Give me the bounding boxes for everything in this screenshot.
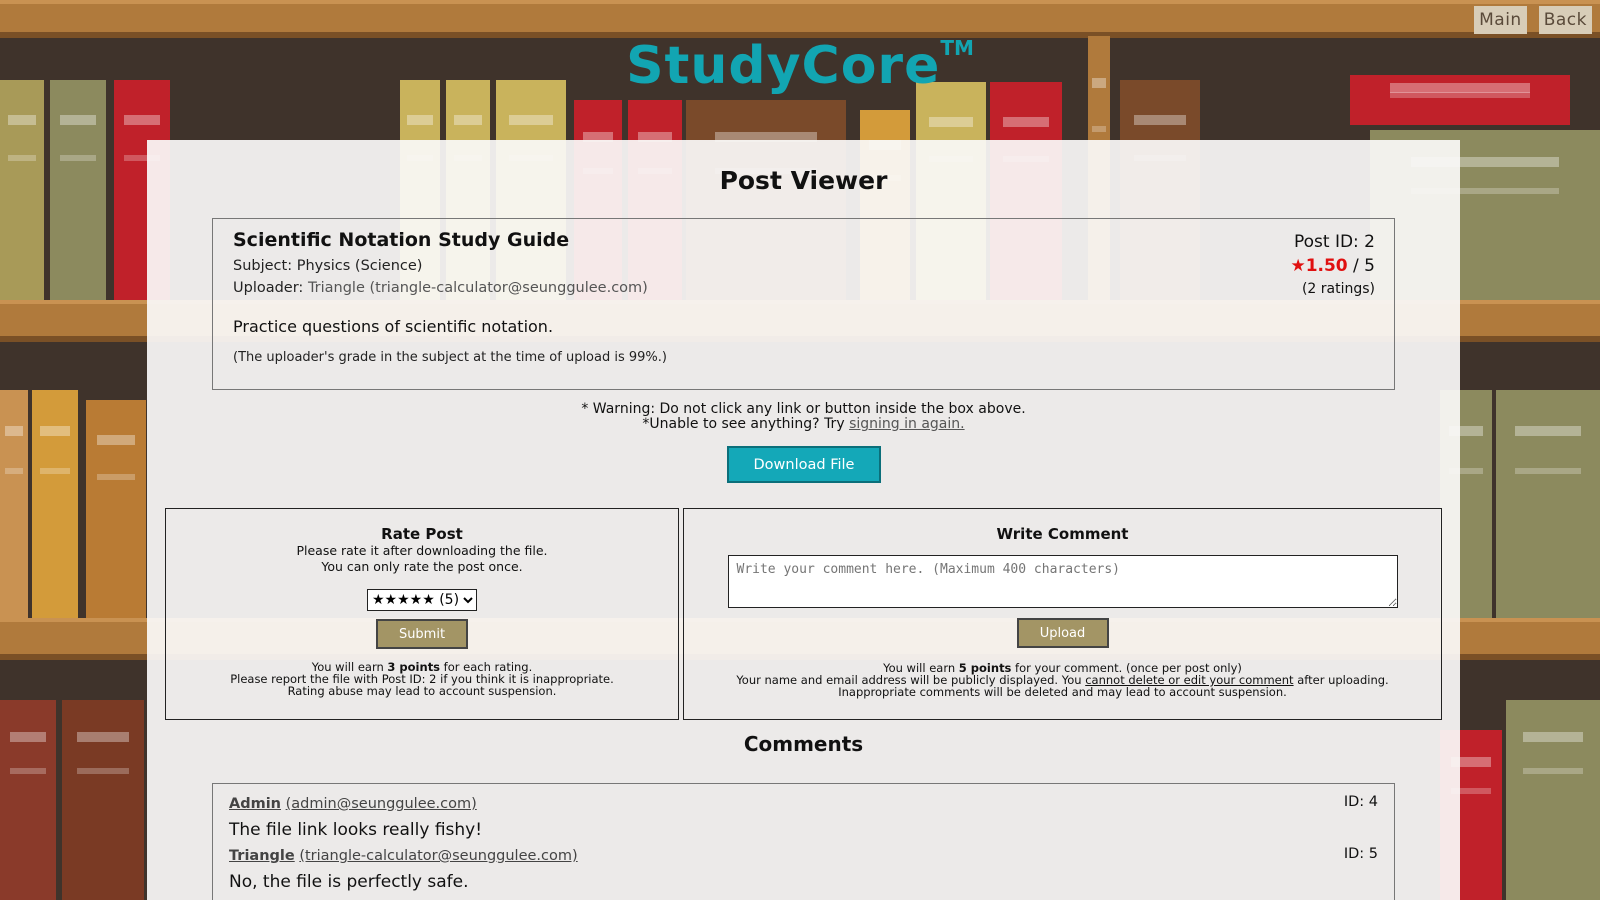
logo-text: StudyCore <box>626 36 941 96</box>
submit-rating-button[interactable]: Submit <box>376 619 468 649</box>
star-icon: ★ <box>1290 256 1306 276</box>
back-button[interactable]: Back <box>1538 6 1592 34</box>
rating-count: (2 ratings) <box>1301 281 1375 297</box>
download-file-button[interactable]: Download File <box>727 446 881 483</box>
uploader-value: Triangle (triangle-calculator@seunggulee… <box>307 280 648 296</box>
signin-hint-text: *Unable to see anything? Try <box>642 416 850 432</box>
studycore-logo: StudyCoreTM <box>0 36 1600 96</box>
comment-item: Admin (admin@seunggulee.com) ID: 4 The f… <box>229 794 1378 842</box>
comment-item: Triangle (triangle-calculator@seunggulee… <box>229 846 1378 894</box>
privacy-suffix: after uploading. <box>1293 673 1389 687</box>
comment-text: No, the file is perfectly safe. <box>229 872 469 892</box>
warning-line: * Warning: Do not click any link or butt… <box>581 401 1026 417</box>
page-title: Post Viewer <box>719 166 888 195</box>
rate-footer: You will earn 3 points for each rating. … <box>166 661 678 697</box>
post-description: Practice questions of scientific notatio… <box>233 317 554 336</box>
logo-trademark: TM <box>940 36 974 60</box>
post-grade-note: (The uploader's grade in the subject at … <box>233 350 667 365</box>
main-button[interactable]: Main <box>1474 6 1527 34</box>
comment-moderation-note: Inappropriate comments will be deleted a… <box>838 685 1287 699</box>
rating-value: 1.50 <box>1305 256 1348 276</box>
subject-label: Subject: <box>233 258 293 274</box>
signin-hint: *Unable to see anything? Try signing in … <box>147 417 1460 432</box>
post-rating: ★1.50 / 5 <box>1290 254 1375 278</box>
post-uploader: Uploader: Triangle (triangle-calculator@… <box>233 277 1374 299</box>
post-subject: Subject: Physics (Science) <box>233 255 1374 277</box>
comment-text: The file link looks really fishy! <box>229 820 483 840</box>
comment-author-link[interactable]: Triangle <box>229 848 295 864</box>
comment-footer: You will earn 5 points for your comment.… <box>684 662 1441 698</box>
signin-again-link[interactable]: signing in again. <box>849 416 965 432</box>
comment-id: ID: 4 <box>1343 794 1378 810</box>
subject-value: Physics (Science) <box>296 258 423 274</box>
upload-comment-button[interactable]: Upload <box>1016 618 1109 648</box>
rate-abuse-note: Rating abuse may lead to account suspens… <box>287 684 557 698</box>
post-details-box: Scientific Notation Study Guide Subject:… <box>212 218 1395 390</box>
post-viewer-panel: Post Viewer Scientific Notation Study Gu… <box>147 140 1460 900</box>
warning-text: * Warning: Do not click any link or butt… <box>147 402 1460 432</box>
write-comment-title: Write Comment <box>996 525 1129 543</box>
post-stats: Post ID: 2 ★1.50 / 5 (2 ratings) <box>1290 230 1375 300</box>
rating-max: / 5 <box>1347 256 1375 276</box>
rate-instruction-1: Please rate it after downloading the fil… <box>296 543 548 558</box>
comment-id: ID: 5 <box>1343 846 1378 862</box>
comments-list: Admin (admin@seunggulee.com) ID: 4 The f… <box>212 783 1395 900</box>
post-id: Post ID: 2 <box>1293 232 1375 252</box>
rate-post-card: Rate Post Please rate it after downloadi… <box>165 508 679 720</box>
top-nav: Main Back <box>1474 6 1592 34</box>
rating-select[interactable]: ★★★★★ (5) <box>367 589 477 611</box>
uploader-label: Uploader: <box>233 280 304 296</box>
rate-post-title: Rate Post <box>381 525 463 543</box>
write-comment-card: Write Comment Upload You will earn 5 poi… <box>683 508 1442 720</box>
comment-header: Triangle (triangle-calculator@seunggulee… <box>229 846 1378 866</box>
comment-input[interactable] <box>727 555 1398 608</box>
comment-author-email[interactable]: (triangle-calculator@seunggulee.com) <box>299 848 577 864</box>
post-title: Scientific Notation Study Guide <box>233 229 570 251</box>
comments-heading: Comments <box>743 732 864 756</box>
comment-header: Admin (admin@seunggulee.com) <box>229 794 1378 814</box>
rate-instruction-2: You can only rate the post once. <box>321 559 523 574</box>
comment-author-link[interactable]: Admin <box>229 796 281 812</box>
comment-author-email[interactable]: (admin@seunggulee.com) <box>286 796 477 812</box>
